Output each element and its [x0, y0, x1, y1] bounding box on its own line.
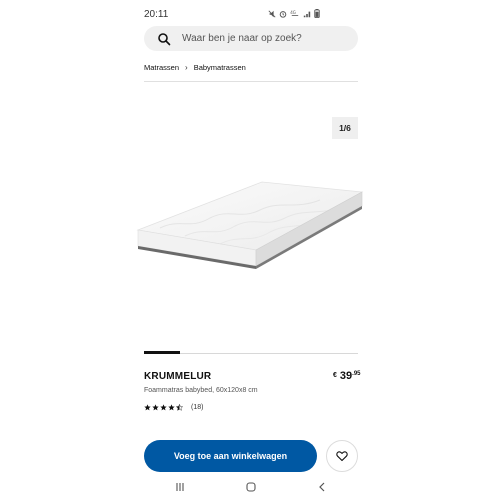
price-decimals: .95 [352, 371, 361, 377]
search-bar[interactable] [144, 26, 358, 51]
star-full-icon [152, 404, 159, 411]
add-to-cart-button[interactable]: Voeg toe aan winkelwagen [144, 440, 317, 472]
favorite-button[interactable] [326, 440, 358, 472]
status-icons: 4G [268, 9, 320, 18]
battery-icon [314, 9, 320, 18]
star-half-icon [176, 404, 183, 411]
product-rating[interactable]: (18) [144, 404, 203, 411]
mute-icon [268, 10, 276, 17]
search-input[interactable] [180, 32, 354, 45]
carousel-position-indicator [144, 351, 180, 354]
alarm-icon [279, 10, 287, 18]
star-full-icon [168, 404, 175, 411]
home-icon[interactable] [245, 481, 257, 493]
status-time: 20:11 [144, 9, 169, 20]
signal-icon [303, 11, 311, 17]
product-description: Foammatras babybed, 60x120x8 cm [144, 387, 258, 394]
heart-icon [336, 451, 348, 462]
price-currency: € [333, 372, 337, 379]
star-full-icon [144, 404, 151, 411]
system-nav-bar [144, 478, 358, 496]
breadcrumb: Matrassen › Babymatrassen [144, 63, 246, 72]
price-main: 39 [339, 370, 353, 382]
breadcrumb-item-babymatrassen[interactable]: Babymatrassen [194, 63, 246, 72]
divider [144, 81, 358, 82]
product-price: € 39 .95 [333, 370, 361, 382]
rating-stars [144, 404, 183, 411]
chevron-right-icon: › [185, 63, 188, 72]
product-image[interactable] [130, 170, 370, 280]
rating-count: (18) [191, 404, 204, 411]
recent-apps-icon[interactable] [174, 481, 186, 493]
svg-text:4G: 4G [290, 10, 296, 15]
breadcrumb-item-matrassen[interactable]: Matrassen [144, 63, 179, 72]
product-name[interactable]: KRUMMELUR [144, 371, 211, 382]
star-full-icon [160, 404, 167, 411]
data-icon: 4G [290, 10, 299, 16]
gallery-counter: 1/6 [332, 117, 358, 139]
back-icon[interactable] [316, 481, 328, 493]
search-icon [158, 32, 171, 45]
